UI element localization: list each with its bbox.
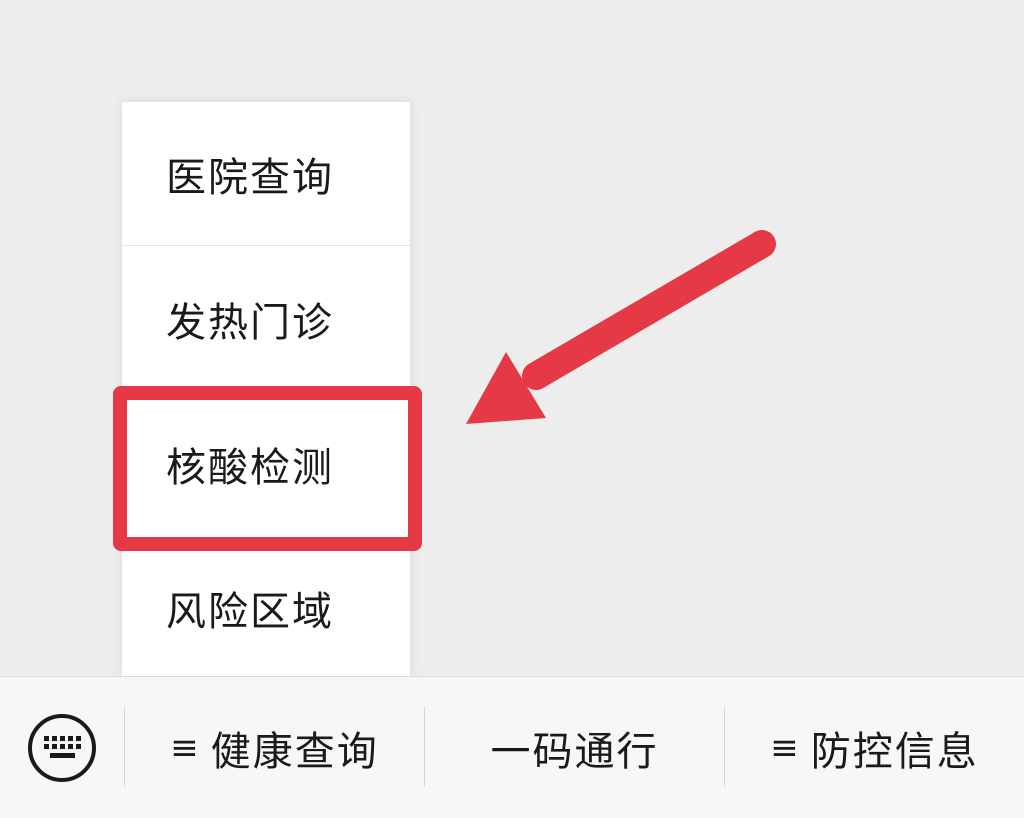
menu-list-icon: ≡ xyxy=(770,727,799,768)
bottom-menu-label: 健康查询 xyxy=(210,728,379,775)
submenu-item-label: 风险区域 xyxy=(166,588,334,635)
submenu-item-fever-clinic[interactable]: 发热门诊 xyxy=(122,247,410,390)
submenu-item-nucleic-acid-test[interactable]: 核酸检测 xyxy=(122,392,410,535)
bottom-menu-health-query[interactable]: ≡ 健康查询 xyxy=(125,677,424,818)
keyboard-toggle-button[interactable] xyxy=(0,677,124,818)
bottom-menu-label: 防控信息 xyxy=(810,728,979,775)
submenu-item-hospital-query[interactable]: 医院查询 xyxy=(122,102,410,245)
submenu-item-risk-area[interactable]: 风险区域 xyxy=(122,536,410,679)
bottom-menu-bar: ≡ 健康查询 一码通行 ≡ 防控信息 xyxy=(0,676,1024,818)
submenu-popup: 医院查询 发热门诊 核酸检测 风险区域 xyxy=(122,102,410,676)
submenu-item-label: 核酸检测 xyxy=(166,444,334,491)
submenu-item-label: 医院查询 xyxy=(166,154,334,201)
submenu-item-label: 发热门诊 xyxy=(166,299,334,346)
bottom-menu-prevention-info[interactable]: ≡ 防控信息 xyxy=(725,677,1024,818)
keyboard-icon xyxy=(28,713,96,782)
bottom-menu-label: 一码通行 xyxy=(490,728,659,775)
menu-list-icon: ≡ xyxy=(170,727,199,768)
divider xyxy=(122,245,410,246)
bottom-menu-one-code-pass[interactable]: 一码通行 xyxy=(425,677,724,818)
